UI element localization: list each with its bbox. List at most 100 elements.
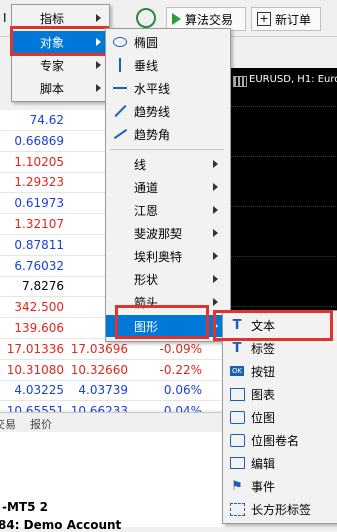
menu-item-trendline[interactable]: 趋势线 <box>106 100 228 122</box>
menu-item-label: 专家 <box>40 58 65 73</box>
bitmap-label-icon <box>229 432 245 448</box>
submenu-arrow-icon <box>213 183 218 191</box>
account-line-1: -MT5 2 <box>2 500 48 514</box>
toolbar-cut-text: I <box>3 11 7 25</box>
menu-separator <box>110 149 224 150</box>
menu-item-button[interactable]: OK 按钮 <box>223 360 335 382</box>
menu-item-bitmap[interactable]: 位图 <box>223 406 335 428</box>
menu-item-label: 位图 <box>251 410 276 425</box>
menu-item-experts[interactable]: 专家 <box>12 54 107 76</box>
signal-icon[interactable] <box>136 8 156 28</box>
quote-bid-cell: 1.10205 <box>14 154 64 169</box>
submenu-arrow-icon <box>213 252 218 260</box>
menu-item-label: 埃利奥特 <box>134 249 183 264</box>
edit-icon <box>229 455 245 471</box>
quote-row[interactable]: 4.03225 4.03739 0.06% <box>0 380 226 402</box>
menu-item-ellipse[interactable]: 椭圆 <box>106 31 228 53</box>
quote-bid-cell: 74.62 <box>29 113 64 127</box>
quote-ask-cell: 17.03696 <box>70 341 128 356</box>
trend-angle-icon <box>112 126 128 142</box>
menu-item-chart[interactable]: 图表 <box>223 383 335 405</box>
quote-bid-cell: 139.606 <box>14 321 64 335</box>
grid-line <box>227 106 337 107</box>
menu-item-edit[interactable]: 编辑 <box>223 452 335 474</box>
quote-bid-cell: 0.66869 <box>14 133 64 148</box>
menu-item-label: 指标 <box>40 11 65 26</box>
menu-item-rectangle-label[interactable]: 长方形标签 <box>223 498 335 520</box>
menu-item-label: 斐波那契 <box>134 226 183 241</box>
market-watch-tabs: 交易 报价 <box>0 412 226 433</box>
menu-item-label: 按钮 <box>251 364 276 379</box>
menu-item-label: 编辑 <box>251 456 276 471</box>
submenu-arrow-icon <box>213 160 218 168</box>
tab-trading[interactable]: 交易 <box>0 416 16 432</box>
menu-item-fibonacci[interactable]: 斐波那契 <box>106 222 228 244</box>
menu-item-channels[interactable]: 通道 <box>106 176 228 198</box>
bitmap-icon <box>229 409 245 425</box>
highlight-box-text <box>213 310 333 341</box>
menu-item-label: 垂线 <box>134 58 159 73</box>
quote-change-cell: -0.09% <box>159 341 202 356</box>
menu-item-elliott[interactable]: 埃利奥特 <box>106 245 228 267</box>
graphics-submenu: T 文本 T 标签 OK 按钮 图表 位图 位图卷名 编辑 ⚑ 事件 长方形标签 <box>222 310 337 524</box>
quote-bid-cell: 17.01336 <box>6 341 64 356</box>
rectangle-label-icon <box>229 501 245 517</box>
submenu-arrow-icon <box>96 84 101 92</box>
new-order-label: 新订单 <box>275 12 312 27</box>
menu-item-label: 趋势角 <box>134 127 171 142</box>
submenu-arrow-icon <box>213 206 218 214</box>
menu-item-label: 标签 <box>251 341 276 356</box>
menu-item-label: 长方形标签 <box>251 502 312 517</box>
algo-trading-label: 算法交易 <box>185 12 234 27</box>
menu-item-gann[interactable]: 江恩 <box>106 199 228 221</box>
quote-bid-cell: 0.61973 <box>14 196 64 211</box>
menu-item-label: 形状 <box>134 272 159 287</box>
horizontal-line-icon <box>112 80 128 96</box>
menu-item-label: 脚本 <box>40 81 65 96</box>
play-icon <box>172 13 181 25</box>
quote-change-cell: 0.06% <box>163 383 202 398</box>
label-icon: T <box>232 340 242 356</box>
menu-item-label: 水平线 <box>134 81 171 96</box>
menu-item-lines[interactable]: 线 <box>106 153 228 175</box>
menu-item-label: 趋势线 <box>134 104 171 119</box>
grid-line <box>227 156 337 157</box>
tab-quotes[interactable]: 报价 <box>30 416 52 432</box>
vertical-line-icon <box>112 57 128 73</box>
menu-item-shapes[interactable]: 形状 <box>106 268 228 290</box>
quote-change-cell: -0.22% <box>159 362 202 377</box>
menu-item-label: 事件 <box>251 479 276 494</box>
highlight-box-graphics <box>115 305 209 339</box>
quote-bid-cell: 4.03225 <box>14 383 64 398</box>
menu-item-trend-angle[interactable]: 趋势角 <box>106 123 228 145</box>
menu-item-label: 线 <box>134 157 147 172</box>
submenu-arrow-icon <box>96 14 101 22</box>
submenu-arrow-icon <box>96 61 101 69</box>
ellipse-icon <box>112 34 128 50</box>
chart-title: EURUSD, H1: Euro <box>249 74 337 85</box>
quote-ask-cell: 10.32660 <box>70 362 128 377</box>
new-order-button[interactable]: + 新订单 <box>251 7 321 31</box>
submenu-arrow-icon <box>213 229 218 237</box>
quote-row[interactable]: 10.31080 10.32660 -0.22% <box>0 360 226 381</box>
quote-bid-cell: 0.87811 <box>14 237 64 252</box>
navigator-panel: -MT5 2 84: Demo Account <box>0 432 226 532</box>
grid-line <box>227 206 337 207</box>
menu-item-event[interactable]: ⚑ 事件 <box>223 475 335 497</box>
menu-item-horizontal-line[interactable]: 水平线 <box>106 77 228 99</box>
menu-item-label: 通道 <box>134 180 159 195</box>
chart-icon <box>229 386 245 402</box>
highlight-box-objects <box>10 26 109 56</box>
objects-submenu: 椭圆 垂线 水平线 趋势线 趋势角 线 通道 江恩 斐波那契 埃利奥特 形状 箭… <box>105 28 231 342</box>
menu-item-label: 椭圆 <box>134 35 159 50</box>
menu-item-scripts[interactable]: 脚本 <box>12 77 107 99</box>
quote-bid-cell: 342.500 <box>14 300 64 315</box>
menu-item-vertical-line[interactable]: 垂线 <box>106 54 228 76</box>
quote-bid-cell: 6.76032 <box>14 258 64 273</box>
quote-bid-cell: 10.31080 <box>6 362 64 377</box>
submenu-arrow-icon <box>213 275 218 283</box>
new-order-icon: + <box>257 12 271 26</box>
quote-bid-cell: 7.8276 <box>22 279 64 294</box>
grid-line <box>227 256 337 257</box>
menu-item-bitmap-label[interactable]: 位图卷名 <box>223 429 335 451</box>
